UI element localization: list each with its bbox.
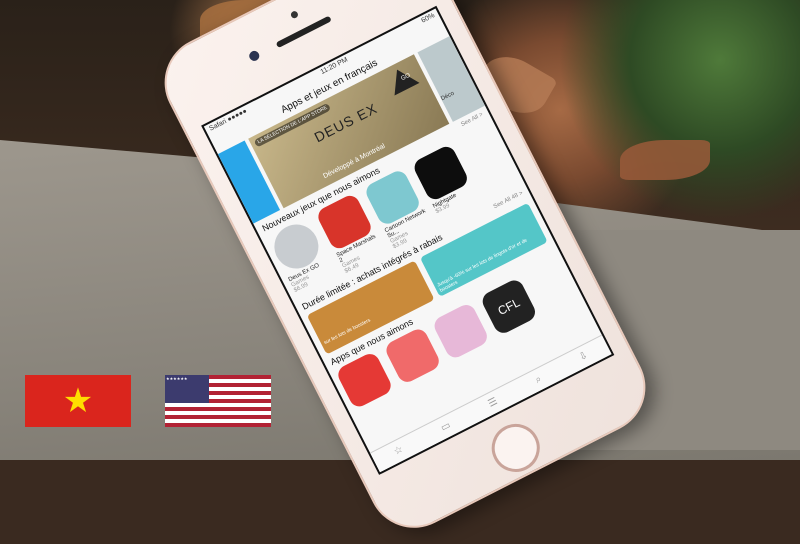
usa-flag: ★★★★★★ [165, 375, 271, 427]
earpiece [275, 15, 332, 49]
categories-tab-icon[interactable]: ▭ [439, 420, 452, 434]
search-tab-icon[interactable]: ⌕ [533, 374, 543, 386]
sensor [289, 9, 300, 20]
flag-canton: ★★★★★★ [165, 375, 209, 403]
vietnam-flag: ★ [25, 375, 131, 427]
star-icon: ★ [62, 382, 94, 420]
front-camera [247, 49, 261, 63]
leaf [620, 140, 710, 180]
top-charts-tab-icon[interactable]: ☰ [487, 396, 500, 410]
home-button[interactable] [483, 415, 549, 481]
updates-tab-icon[interactable]: ⇩ [577, 350, 589, 364]
featured-tab-icon[interactable]: ☆ [392, 444, 405, 458]
